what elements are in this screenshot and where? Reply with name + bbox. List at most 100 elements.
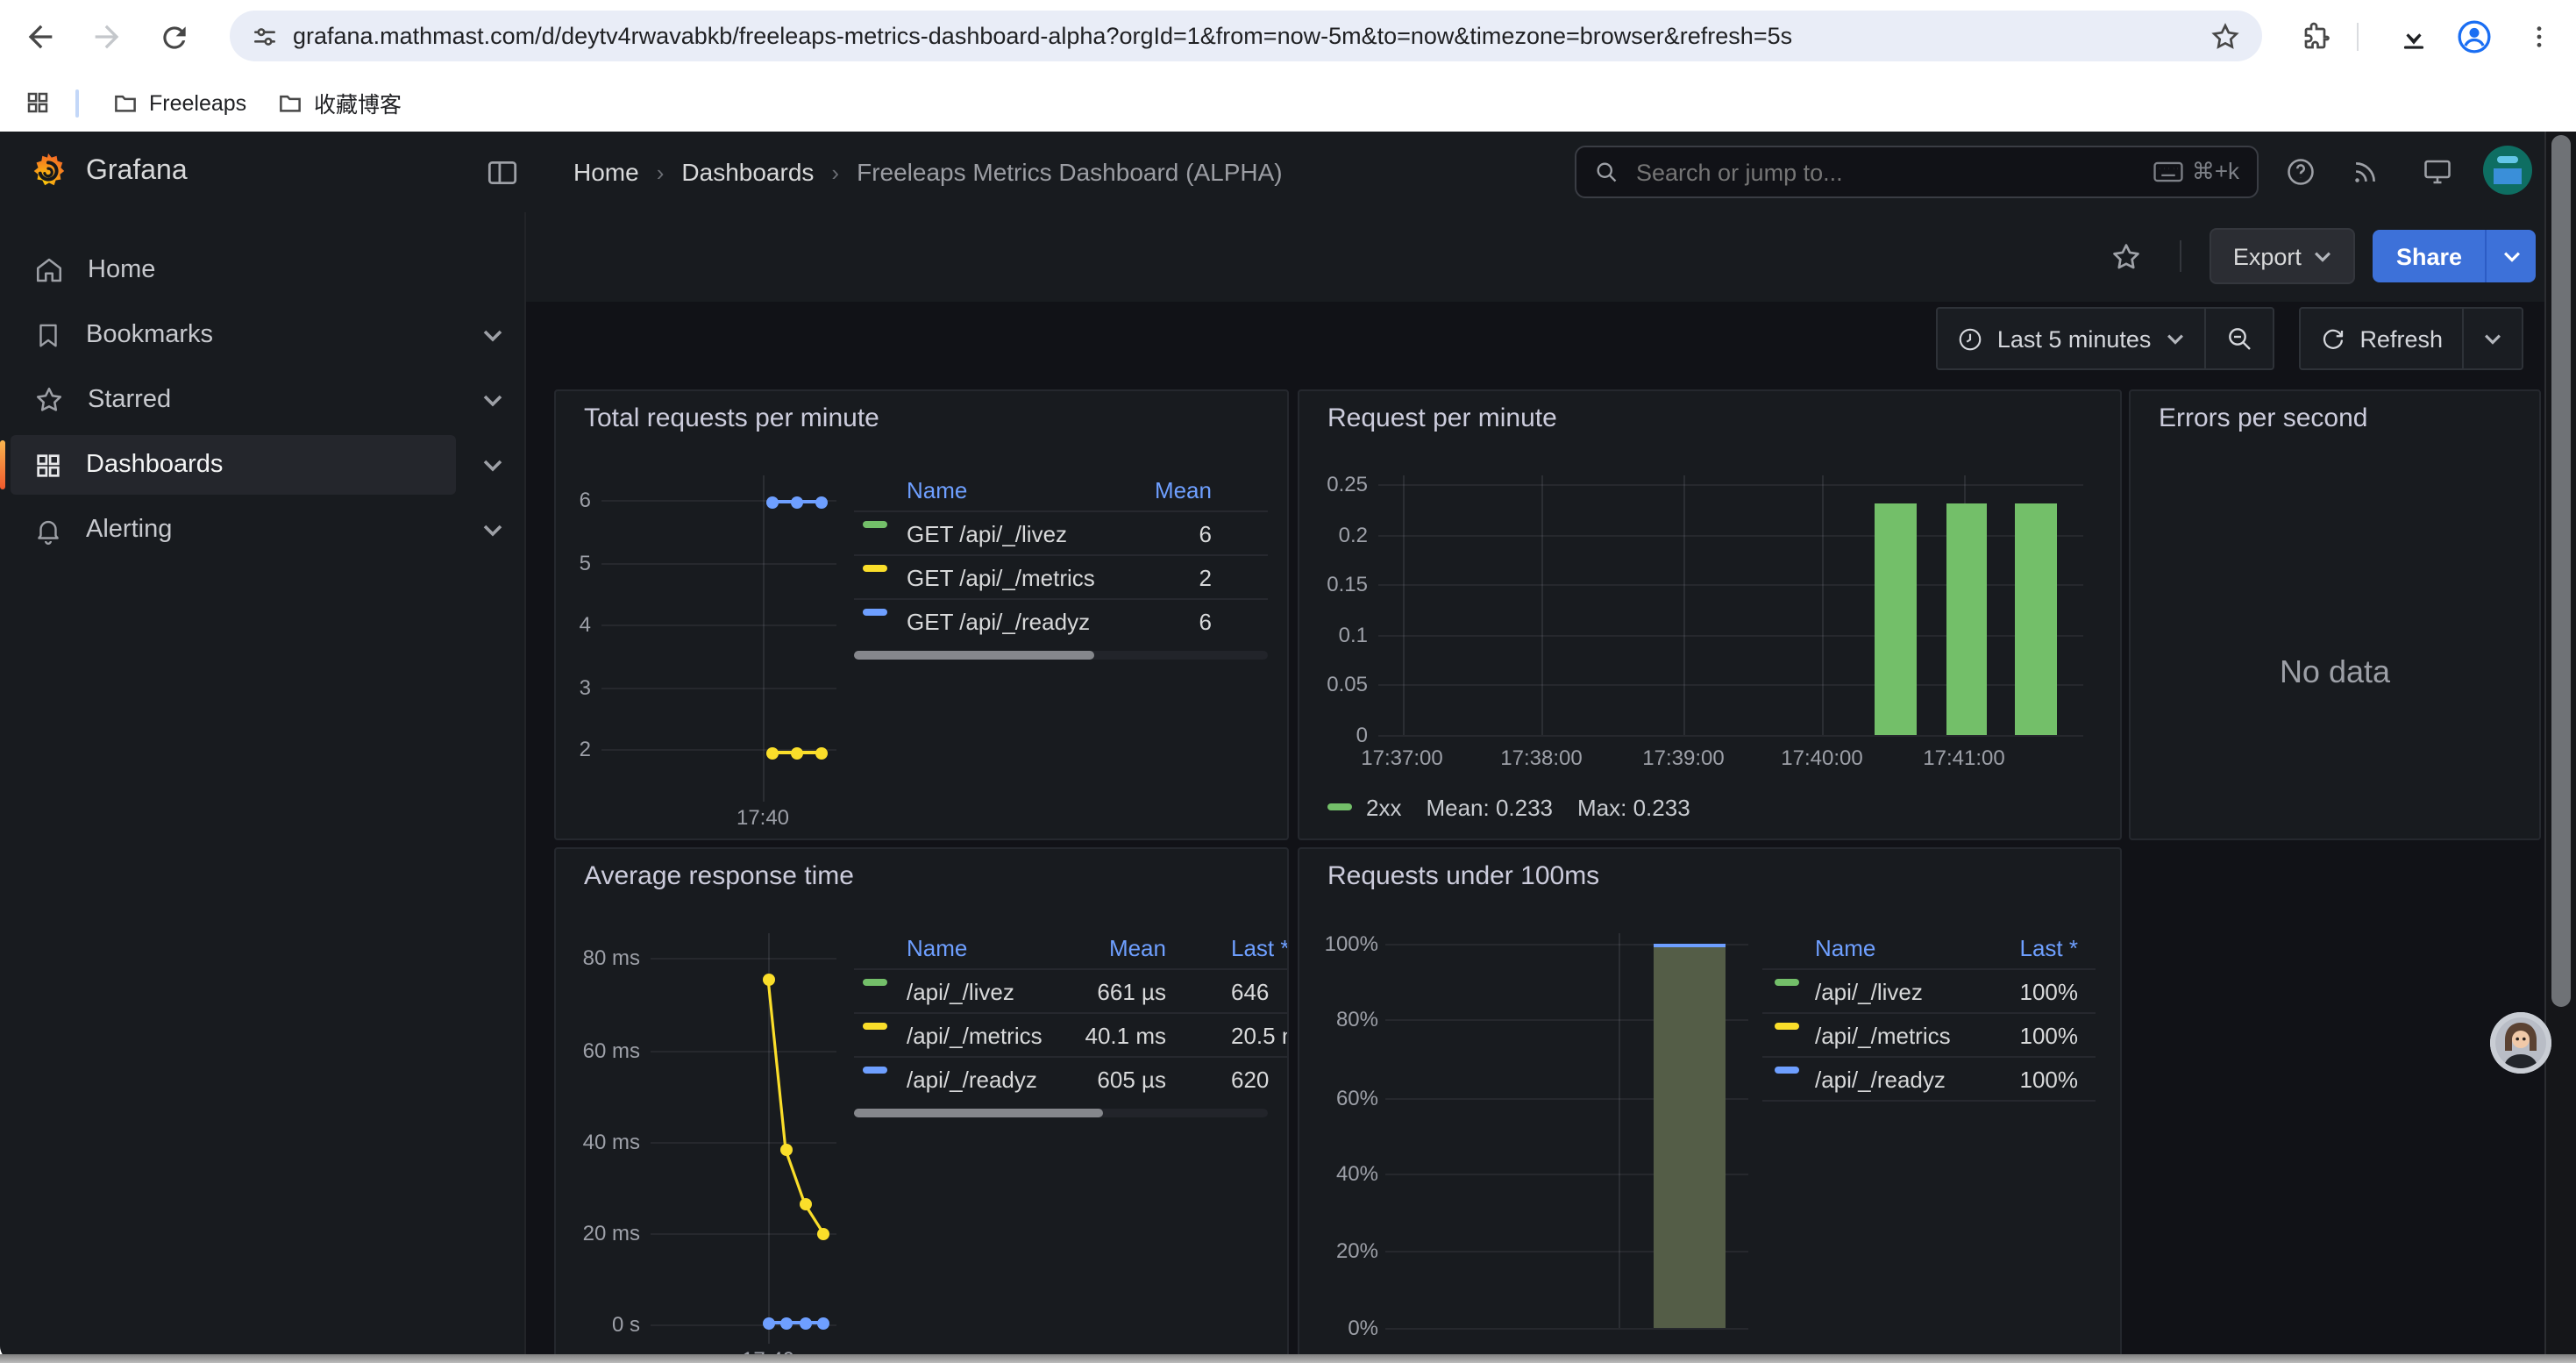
y-tick-label: 0.15 [1299, 572, 1368, 596]
sidebar-item-dashboards[interactable]: Dashboards [11, 433, 510, 496]
clock-icon [1957, 325, 1983, 352]
refresh-button[interactable]: Refresh [2300, 309, 2462, 368]
bookmark-folder-freeleaps[interactable]: Freeleaps [102, 81, 257, 125]
grafana-app: Grafana Home › Dashboards › Freeleaps Me… [0, 132, 2576, 1363]
series-name[interactable]: 2xx [1366, 794, 1401, 820]
sidebar-item-starred[interactable]: Starred [11, 368, 510, 432]
grid-line [1378, 734, 2083, 736]
favorite-star-button[interactable] [2100, 230, 2153, 282]
breadcrumb-dashboards[interactable]: Dashboards [681, 158, 814, 186]
sidebar-item-alerting[interactable]: Alerting [11, 498, 510, 561]
legend-header-mean[interactable]: Mean [1109, 935, 1166, 961]
screen: grafana.mathmast.com/d/deytv4rwavabkb/fr… [0, 0, 2576, 1363]
export-button[interactable]: Export [2210, 228, 2356, 284]
chevron-down-icon[interactable] [482, 328, 503, 342]
chevron-down-icon[interactable] [482, 458, 503, 472]
forward-button[interactable] [81, 11, 133, 63]
legend-header-last[interactable]: Last * [1231, 935, 1289, 961]
refresh-interval-button[interactable] [2462, 309, 2522, 368]
legend-row[interactable]: /api/_/readyz 100% [1762, 1056, 2096, 1100]
keyboard-icon [2153, 161, 2183, 182]
back-button[interactable] [14, 11, 67, 63]
legend-scrollbar[interactable] [854, 1109, 1268, 1117]
legend-header-mean[interactable]: Mean [1155, 477, 1212, 503]
grid-line [1385, 1327, 1748, 1329]
y-tick-label: 2 [556, 737, 591, 761]
legend-header-name[interactable]: Name [907, 935, 967, 961]
sidebar-collapse-button[interactable] [473, 144, 530, 200]
browser-menu-button[interactable] [2513, 11, 2565, 63]
y-tick-label: 100% [1299, 931, 1378, 955]
series-name[interactable]: /api/_/livez [907, 979, 1014, 1005]
chevron-down-icon[interactable] [482, 523, 503, 537]
legend-header-name[interactable]: Name [907, 477, 967, 503]
folder-icon [277, 89, 303, 116]
kiosk-mode-button[interactable] [2409, 144, 2466, 200]
legend-scrollbar[interactable] [854, 651, 1268, 660]
legend-row[interactable]: GET /api/_/livez 6 [854, 510, 1268, 554]
panel-title[interactable]: Request per minute [1327, 403, 1557, 433]
legend-row[interactable]: /api/_/readyz 605 µs 620 [854, 1056, 1287, 1100]
search-box[interactable]: ⌘+k [1575, 146, 2259, 198]
time-range-picker[interactable]: Last 5 minutes [1938, 309, 2204, 368]
x-tick-label: 17:41:00 [1908, 746, 2020, 770]
legend-row[interactable]: /api/_/metrics 100% [1762, 1012, 2096, 1056]
assistant-avatar-button[interactable] [2490, 1012, 2551, 1074]
help-button[interactable] [2273, 144, 2329, 200]
legend-row[interactable]: GET /api/_/metrics 2 [854, 554, 1268, 598]
user-avatar[interactable] [2483, 146, 2532, 195]
reload-button[interactable] [147, 11, 200, 63]
horizontal-scrollbar[interactable] [0, 1354, 2576, 1363]
site-settings-icon[interactable] [251, 22, 279, 50]
search-input[interactable] [1633, 157, 2139, 187]
legend-row[interactable]: /api/_/livez 100% [1762, 968, 2096, 1012]
sidebar-item-bookmarks[interactable]: Bookmarks [11, 303, 510, 367]
profile-button[interactable] [2448, 11, 2501, 63]
url-bar[interactable]: grafana.mathmast.com/d/deytv4rwavabkb/fr… [230, 11, 2262, 61]
series-name[interactable]: GET /api/_/readyz [907, 609, 1090, 635]
apps-grid-button[interactable] [16, 81, 60, 125]
series-name[interactable]: /api/_/metrics [907, 1023, 1042, 1049]
series-name[interactable]: GET /api/_/metrics [907, 565, 1095, 591]
panel-title[interactable]: Average response time [584, 861, 854, 891]
legend-row[interactable]: GET /api/_/readyz 6 [854, 598, 1268, 642]
extensions-button[interactable] [2290, 11, 2343, 63]
panel-title[interactable]: Total requests per minute [584, 403, 879, 433]
series-name[interactable]: /api/_/metrics [1815, 1023, 1951, 1049]
series-name[interactable]: GET /api/_/livez [907, 521, 1067, 547]
share-menu-button[interactable] [2485, 230, 2536, 282]
legend-row[interactable]: /api/_/livez 661 µs 646 [854, 968, 1287, 1012]
vertical-scrollbar[interactable] [2544, 132, 2576, 1354]
panel-title[interactable]: Requests under 100ms [1327, 861, 1599, 891]
data-point [765, 746, 778, 759]
data-point [790, 496, 802, 508]
series-name[interactable]: /api/_/readyz [907, 1067, 1037, 1093]
series-mean: 6 [1199, 521, 1212, 547]
series-swatch [1775, 1023, 1799, 1030]
bookmark-folder-blogs[interactable]: 收藏博客 [267, 81, 412, 125]
bar [2014, 503, 2056, 734]
legend-row[interactable]: /api/_/metrics 40.1 ms 20.5 m [854, 1012, 1287, 1056]
share-button[interactable]: Share [2373, 230, 2485, 282]
downloads-button[interactable] [2387, 11, 2439, 63]
profile-icon [2455, 18, 2494, 56]
grid-line [1402, 475, 1404, 735]
breadcrumb-home[interactable]: Home [573, 158, 639, 186]
series-name[interactable]: /api/_/readyz [1815, 1067, 1946, 1093]
share-button-group: Share [2373, 230, 2536, 282]
sidebar-item-label: Bookmarks [86, 321, 213, 349]
grafana-brand[interactable]: Grafana [28, 151, 188, 191]
chevron-down-icon[interactable] [482, 393, 503, 407]
news-button[interactable] [2336, 144, 2392, 200]
series-name[interactable]: /api/_/livez [1815, 979, 1923, 1005]
bookmark-star-icon[interactable] [2210, 20, 2241, 52]
zoom-out-button[interactable] [2203, 309, 2272, 368]
chevron-down-icon [2501, 250, 2521, 262]
sidebar-item-home[interactable]: Home [11, 239, 510, 302]
series-last: 620 [1231, 1067, 1269, 1093]
scrollbar-thumb[interactable] [2551, 135, 2571, 1007]
legend-header-name[interactable]: Name [1815, 935, 1875, 961]
panel-collapse-icon [487, 159, 516, 185]
panel-title[interactable]: Errors per second [2159, 403, 2367, 433]
legend-header-last[interactable]: Last * [2020, 935, 2079, 961]
